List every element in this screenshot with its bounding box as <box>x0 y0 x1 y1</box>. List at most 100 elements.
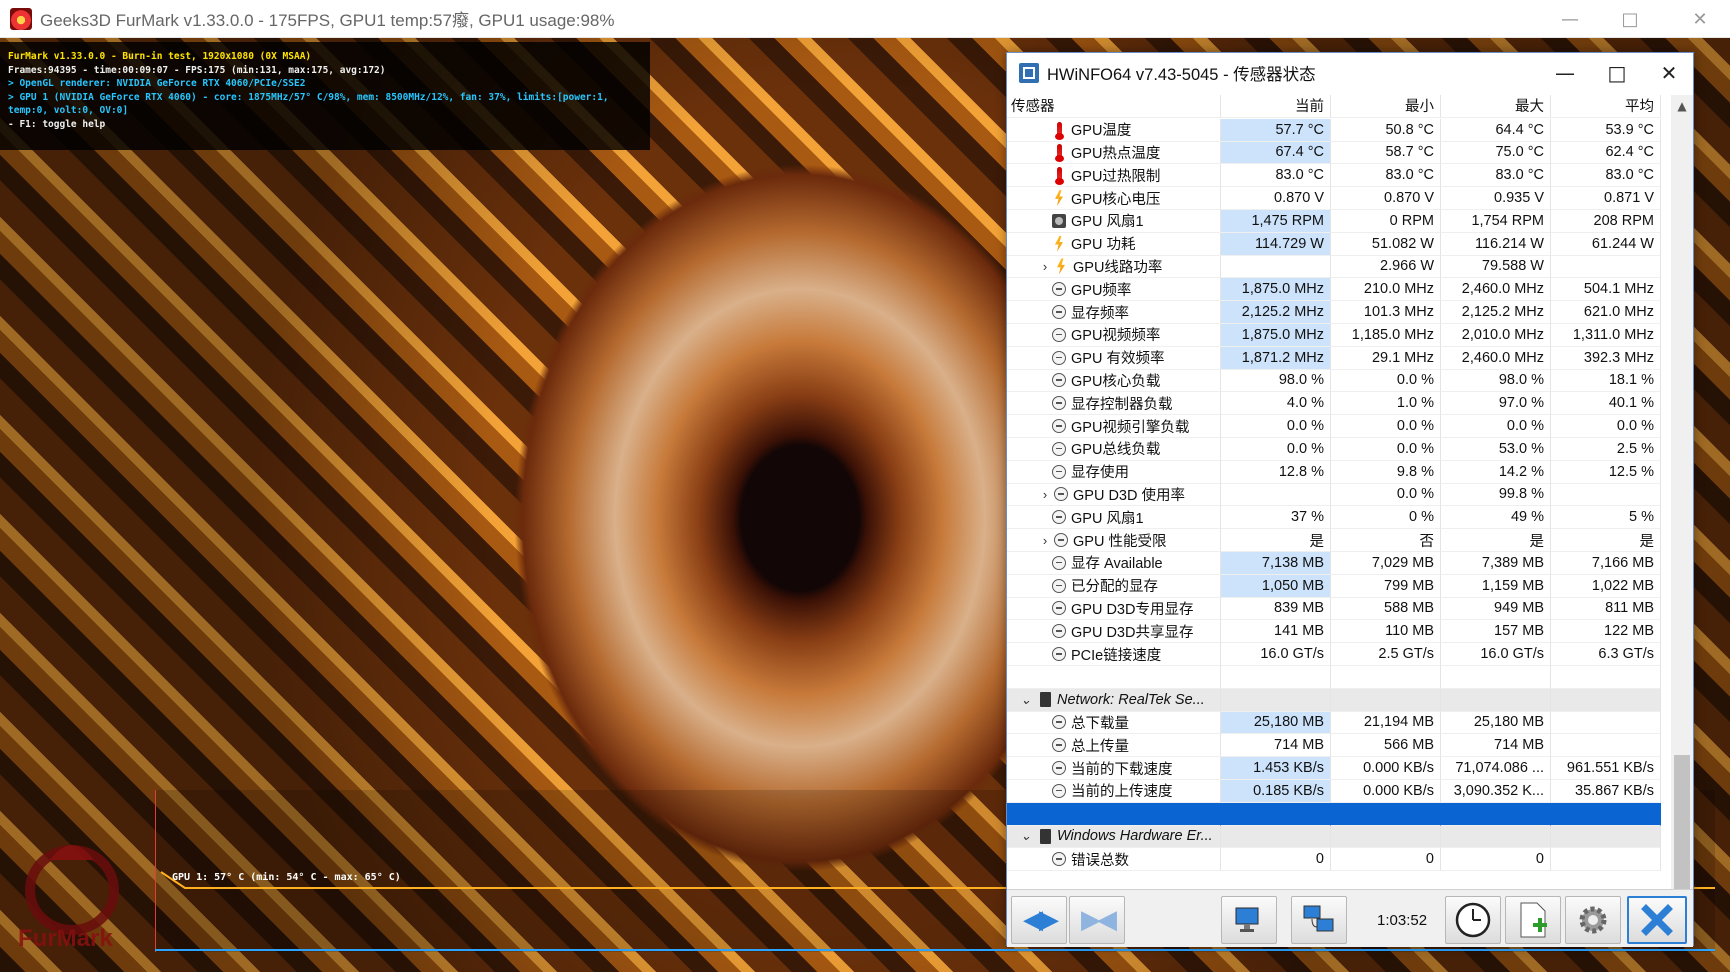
sensor-row[interactable]: 显存控制器负载 4.0 % 1.0 % 97.0 % 40.1 % <box>1007 392 1671 416</box>
settings-button[interactable] <box>1565 896 1621 944</box>
avg-value: 0.0 % <box>1551 415 1661 438</box>
sensor-name: 总上传量 <box>1071 738 1129 755</box>
min-value: 566 MB <box>1331 734 1441 758</box>
sensor-table-scrollbar[interactable]: ▲ ▼ <box>1671 95 1693 933</box>
empty-cell <box>1441 825 1551 849</box>
minimize-button[interactable]: — <box>1540 0 1600 38</box>
sensor-row[interactable]: 显存 Available 7,138 MB 7,029 MB 7,389 MB 7,16… <box>1007 552 1671 575</box>
chevron-right-icon[interactable]: › <box>1037 533 1053 548</box>
sensor-row[interactable]: 当前的下载速度 1.453 KB/s 0.000 KB/s 71,074.086 ..… <box>1007 757 1671 780</box>
arrows-inward-icon: ▶◀ <box>1081 905 1117 935</box>
sensor-row[interactable]: 已分配的显存 1,050 MB 799 MB 1,159 MB 1,022 MB <box>1007 574 1671 598</box>
sensor-row[interactable]: GPU核心电压 0.870 V 0.870 V 0.935 V 0.871 V <box>1007 187 1671 210</box>
furmark-logo: FurMark <box>18 845 119 950</box>
sensor-row[interactable]: GPU热点温度 67.4 °C 58.7 °C 75.0 °C 62.4 °C <box>1007 141 1671 165</box>
furmark-window-title: Geeks3D FurMark v1.33.0.0 - 175FPS, GPU1… <box>40 11 615 30</box>
sensor-row[interactable]: GPU核心负载 98.0 % 0.0 % 98.0 % 18.1 % <box>1007 369 1671 393</box>
sensor-row[interactable]: GPU 有效频率 1,871.2 MHz 29.1 MHz 2,460.0 MHz 39… <box>1007 346 1671 370</box>
furmark-osd: FurMark v1.33.0.0 - Burn-in test, 1920x1… <box>0 42 650 150</box>
osd-line: - F1: toggle help <box>8 118 106 130</box>
max-value: 949 MB <box>1441 597 1551 621</box>
min-value: 0.000 KB/s <box>1331 757 1441 780</box>
chevron-down-icon[interactable]: ⌄ <box>1015 828 1037 844</box>
column-header-current[interactable]: 当前 <box>1221 95 1331 118</box>
sensor-row[interactable]: 显存频率 2,125.2 MHz 101.3 MHz 2,125.2 MHz 621.0… <box>1007 301 1671 324</box>
max-value: 2,125.2 MHz <box>1441 301 1551 324</box>
sensor-row[interactable]: GPU过热限制 83.0 °C 83.0 °C 83.0 °C 83.0 °C <box>1007 164 1671 188</box>
empty-cell <box>1441 802 1551 826</box>
avg-value: 0.871 V <box>1551 187 1661 210</box>
sensor-row[interactable]: GPU 功耗 114.729 W 51.082 W 116.214 W 61.244 W <box>1007 232 1671 256</box>
sensor-row[interactable]: › GPU 性能受限是否是是 <box>1007 529 1671 552</box>
sensor-row[interactable]: 总上传量 714 MB 566 MB 714 MB <box>1007 734 1671 758</box>
current-value: 1,050 MB <box>1221 574 1331 598</box>
sensor-row[interactable]: 当前的上传速度 0.185 KB/s 0.000 KB/s 3,090.352 K..… <box>1007 780 1671 803</box>
chevron-right-icon[interactable]: › <box>1037 259 1053 274</box>
close-button[interactable]: ✕ <box>1670 0 1730 38</box>
sensor-name-cell: GPU热点温度 <box>1007 141 1221 165</box>
sensor-row[interactable]: › GPU D3D 使用率 0.0 % 99.8 % <box>1007 483 1671 507</box>
selected-row[interactable] <box>1007 802 1671 826</box>
maximize-button[interactable]: □ <box>1600 0 1660 38</box>
min-value: 0.0 % <box>1331 438 1441 461</box>
sensor-name: GPU 风扇1 <box>1071 214 1144 231</box>
chevron-down-icon[interactable]: ⌄ <box>1015 692 1037 708</box>
hwinfo-minimize-button[interactable]: — <box>1539 53 1591 93</box>
column-header-sensor[interactable]: 传感器 <box>1007 95 1221 118</box>
column-header-max[interactable]: 最大 <box>1441 95 1551 118</box>
group-name-cell: ⌄ Network: RealTek Se... <box>1007 688 1221 712</box>
chevron-right-icon[interactable]: › <box>1037 487 1053 502</box>
remote-connect-button[interactable] <box>1291 896 1347 944</box>
max-value: 116.214 W <box>1441 232 1551 256</box>
sensor-row[interactable]: GPU D3D共享显存 141 MB 110 MB 157 MB 122 MB <box>1007 620 1671 644</box>
log-file-button[interactable] <box>1505 896 1561 944</box>
sensor-row[interactable]: 显存使用 12.8 % 9.8 % 14.2 % 12.5 % <box>1007 460 1671 484</box>
close-sensors-button[interactable] <box>1627 896 1687 944</box>
sensor-row[interactable]: GPU 风扇1 37 % 0 % 49 % 5 % <box>1007 506 1671 530</box>
min-value: 0.0 % <box>1331 483 1441 507</box>
min-value: 7,029 MB <box>1331 552 1441 575</box>
sensor-row[interactable]: GPU 风扇1 1,475 RPM 0 RPM 1,754 RPM 208 RPM <box>1007 210 1671 233</box>
sensor-group-row[interactable]: ⌄ Network: RealTek Se... <box>1007 688 1671 712</box>
column-header-avg[interactable]: 平均 <box>1551 95 1661 118</box>
sensor-row[interactable]: GPU视频频率 1,875.0 MHz 1,185.0 MHz 2,010.0 MHz… <box>1007 324 1671 347</box>
sensor-row[interactable]: GPU视频引擎负载 0.0 % 0.0 % 0.0 % 0.0 % <box>1007 415 1671 438</box>
sensor-name: GPU热点温度 <box>1071 145 1161 162</box>
min-value: 1,185.0 MHz <box>1331 324 1441 347</box>
avg-value: 40.1 % <box>1551 392 1661 416</box>
sensor-row[interactable]: › GPU线路功率 2.966 W 79.588 W <box>1007 255 1671 279</box>
clock-icon <box>1051 714 1067 730</box>
reset-clock-button[interactable] <box>1445 896 1501 944</box>
thermometer-icon <box>1051 121 1067 140</box>
max-value: 14.2 % <box>1441 460 1551 484</box>
avg-value <box>1551 483 1661 507</box>
sensor-row[interactable]: 错误总数 0 0 0 <box>1007 848 1671 872</box>
sensor-group-row[interactable]: ⌄ Windows Hardware Er... <box>1007 825 1671 849</box>
current-value: 0.0 % <box>1221 415 1331 438</box>
sensor-row[interactable]: GPU温度 57.7 °C 50.8 °C 64.4 °C 53.9 °C <box>1007 118 1671 142</box>
min-value: 0 % <box>1331 506 1441 530</box>
layout-collapse-button[interactable]: ▶◀ <box>1069 896 1125 944</box>
avg-value: 61.244 W <box>1551 232 1661 256</box>
sensor-row[interactable]: GPU频率 1,875.0 MHz 210.0 MHz 2,460.0 MHz 504.… <box>1007 278 1671 302</box>
scroll-up-icon[interactable]: ▲ <box>1671 95 1693 117</box>
osd-line: > GPU 1 (NVIDIA GeForce RTX 4060) - core… <box>8 91 609 117</box>
avg-value <box>1551 255 1661 279</box>
network-monitor-button[interactable] <box>1221 896 1277 944</box>
sensor-row[interactable]: 总下载量 25,180 MB 21,194 MB 25,180 MB <box>1007 711 1671 735</box>
sensor-row[interactable]: PCIe链接速度 16.0 GT/s 2.5 GT/s 16.0 GT/s 6.3 GT… <box>1007 643 1671 666</box>
sensor-name-cell: GPU视频引擎负载 <box>1007 415 1221 438</box>
scrollbar-thumb[interactable] <box>1674 755 1690 895</box>
sensor-row[interactable]: GPU总线负载 0.0 % 0.0 % 53.0 % 2.5 % <box>1007 438 1671 461</box>
avg-value: 是 <box>1551 529 1661 552</box>
layout-expand-button[interactable]: ◀▶ <box>1011 896 1067 944</box>
current-value: 0.0 % <box>1221 438 1331 461</box>
current-value: 25,180 MB <box>1221 711 1331 735</box>
column-header-min[interactable]: 最小 <box>1331 95 1441 118</box>
sensor-name-cell: › GPU 性能受限 <box>1007 529 1221 552</box>
sensor-row[interactable]: GPU D3D专用显存 839 MB 588 MB 949 MB 811 MB <box>1007 597 1671 621</box>
sensor-name: GPU 性能受限 <box>1073 533 1167 550</box>
hwinfo-maximize-button[interactable]: □ <box>1591 53 1643 93</box>
current-value: 是 <box>1221 529 1331 552</box>
hwinfo-close-button[interactable]: ✕ <box>1643 53 1695 93</box>
